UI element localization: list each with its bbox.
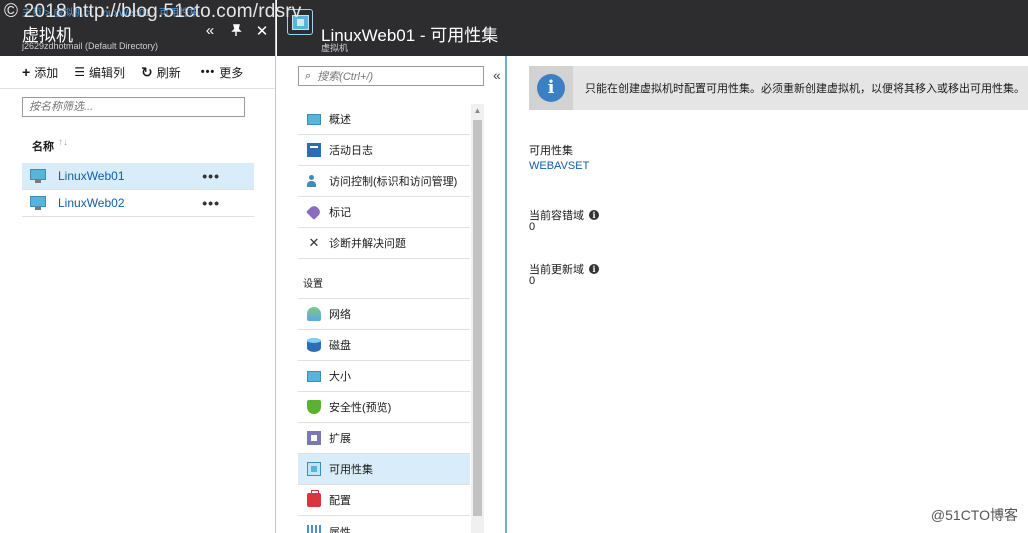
fault-domain-label-text: 当前容错域 <box>529 210 584 222</box>
scroll-up-icon[interactable]: ▲ <box>471 104 484 117</box>
menu-item-label: 网络 <box>329 309 351 321</box>
people-icon <box>307 174 321 188</box>
tools-icon: ✕ <box>308 235 320 250</box>
vm-row-linuxweb02[interactable]: LinuxWeb02 ••• <box>22 190 254 217</box>
ellipsis-icon: ••• <box>200 66 216 78</box>
scrollbar-thumb[interactable] <box>473 120 482 516</box>
menu-item-label: 磁盘 <box>329 340 351 352</box>
vm-list-toolbar: + 添加 ☰ 编辑列 ↻ 刷新 ••• 更多 <box>0 56 275 89</box>
row-more-icon[interactable]: ••• <box>202 195 220 211</box>
vm-name[interactable]: LinuxWeb02 <box>58 196 202 210</box>
collapse-menu-icon[interactable]: « <box>493 67 501 83</box>
activity-log-icon <box>307 143 321 157</box>
more-button[interactable]: ••• 更多 <box>201 64 244 81</box>
availability-set-label: 可用性集 <box>529 142 573 158</box>
menu-item-label: 标记 <box>329 207 351 219</box>
watermark-top: © 2018 http://blog.51cto.com/rdsrv <box>4 1 302 22</box>
availability-set-content: i 只能在创建虚拟机时配置可用性集。必须重新创建虚拟机，以便将其移入或移出可用性… <box>509 56 1028 533</box>
fault-domain-value: 0 <box>529 221 536 233</box>
menu-item-label: 安全性(预览) <box>329 402 392 414</box>
add-label: 添加 <box>34 65 59 80</box>
disk-icon <box>307 338 321 352</box>
vm-detail-header: LinuxWeb01 - 可用性集 虚拟机 <box>277 0 1028 56</box>
menu-item-disks[interactable]: 磁盘 <box>298 330 470 361</box>
monitor-icon <box>307 370 321 382</box>
vm-name[interactable]: LinuxWeb01 <box>58 169 202 183</box>
menu-item-label: 属性 <box>329 526 351 533</box>
row-more-icon[interactable]: ••• <box>202 168 220 184</box>
menu-item-label: 扩展 <box>329 433 351 445</box>
collapse-icon[interactable]: « <box>202 22 218 39</box>
info-icon-box: i <box>529 66 573 110</box>
info-banner-text: 只能在创建虚拟机时配置可用性集。必须重新创建虚拟机，以便将其移入或移出可用性集。 <box>585 83 1025 95</box>
menu-item-configuration[interactable]: 配置 <box>298 485 470 516</box>
menu-item-label: 诊断并解决问题 <box>329 238 406 250</box>
menu-item-tags[interactable]: 标记 <box>298 197 470 228</box>
update-domain-label-text: 当前更新域 <box>529 264 584 276</box>
monitor-icon <box>307 113 321 125</box>
info-icon[interactable]: i <box>589 264 599 274</box>
info-banner: i 只能在创建虚拟机时配置可用性集。必须重新创建虚拟机，以便将其移入或移出可用性… <box>529 66 1028 110</box>
vm-list-blade: 主页 > 虚拟机 > LinuxWeb01 - 可用性集 虚拟机 j2629zd… <box>0 0 276 533</box>
tag-icon <box>306 204 322 220</box>
plus-icon: + <box>22 64 31 80</box>
menu-item-diagnose[interactable]: ✕ 诊断并解决问题 <box>298 228 470 259</box>
close-icon[interactable]: ✕ <box>254 22 270 40</box>
availability-set-link[interactable]: WEBAVSET <box>529 160 589 172</box>
watermark-bottom: @51CTO博客 <box>930 507 1018 523</box>
filter-by-name-input[interactable] <box>22 97 245 117</box>
menu-item-label: 大小 <box>329 371 351 383</box>
availability-set-label-text: 可用性集 <box>529 145 573 157</box>
settings-section-header: 设置 <box>298 259 470 299</box>
menu-list: 概述 活动日志 访问控制(标识和访问管理) 标记 ✕ 诊断并解决问题 设置 网络… <box>298 104 470 533</box>
menu-item-size[interactable]: 大小 <box>298 361 470 392</box>
menu-item-availability-set[interactable]: 可用性集 <box>298 454 470 485</box>
update-domain-value: 0 <box>529 275 536 287</box>
properties-icon <box>307 524 321 533</box>
columns-icon: ☰ <box>74 65 85 79</box>
availability-set-icon <box>307 462 321 476</box>
pin-icon[interactable] <box>228 24 244 40</box>
edit-columns-label: 编辑列 <box>88 65 125 80</box>
search-placeholder: 搜索(Ctrl+/) <box>317 71 374 83</box>
extensions-icon <box>307 431 321 445</box>
menu-item-label: 可用性集 <box>329 464 373 476</box>
vm-icon <box>30 196 46 210</box>
menu-item-label: 活动日志 <box>329 145 373 157</box>
configuration-icon <box>307 490 321 507</box>
menu-item-extensions[interactable]: 扩展 <box>298 423 470 454</box>
refresh-button[interactable]: ↻ 刷新 <box>141 64 181 81</box>
menu-item-activity-log[interactable]: 活动日志 <box>298 135 470 166</box>
menu-item-label: 配置 <box>329 495 351 507</box>
menu-item-label: 概述 <box>329 114 351 126</box>
add-button[interactable]: + 添加 <box>22 64 58 81</box>
network-icon <box>307 307 321 321</box>
blade-subtitle: 虚拟机 <box>321 43 349 53</box>
edit-columns-button[interactable]: ☰ 编辑列 <box>74 64 125 81</box>
blade-subtitle: j2629zdhotmail (Default Directory) <box>22 41 159 51</box>
refresh-label: 刷新 <box>156 65 181 80</box>
vm-icon <box>30 169 46 183</box>
update-domain-label: 当前更新域 i <box>529 261 599 277</box>
vm-detail-blade: LinuxWeb01 - 可用性集 虚拟机 ⌕ 搜索(Ctrl+/) « 概述 … <box>277 0 1028 533</box>
menu-item-security[interactable]: 安全性(预览) <box>298 392 470 423</box>
info-icon: i <box>537 74 565 102</box>
menu-scrollbar[interactable]: ▲ <box>471 104 484 533</box>
shield-icon <box>307 400 321 414</box>
sort-icon[interactable]: ↑↓ <box>58 137 68 148</box>
more-label: 更多 <box>219 65 244 80</box>
fault-domain-label: 当前容错域 i <box>529 207 599 223</box>
menu-item-overview[interactable]: 概述 <box>298 104 470 135</box>
menu-item-access-control[interactable]: 访问控制(标识和访问管理) <box>298 166 470 197</box>
menu-search-input[interactable]: ⌕ 搜索(Ctrl+/) <box>298 66 484 86</box>
refresh-icon: ↻ <box>140 63 153 80</box>
info-icon[interactable]: i <box>589 210 599 220</box>
menu-item-label: 访问控制(标识和访问管理) <box>329 176 458 188</box>
resource-menu: ⌕ 搜索(Ctrl+/) « 概述 活动日志 访问控制(标识和访问管理) 标记 <box>277 56 507 533</box>
menu-item-properties[interactable]: 属性 <box>298 516 470 533</box>
name-column-header[interactable]: 名称 <box>32 138 54 154</box>
search-icon: ⌕ <box>305 69 312 82</box>
menu-item-networking[interactable]: 网络 <box>298 299 470 330</box>
vm-row-linuxweb01[interactable]: LinuxWeb01 ••• <box>22 163 254 190</box>
